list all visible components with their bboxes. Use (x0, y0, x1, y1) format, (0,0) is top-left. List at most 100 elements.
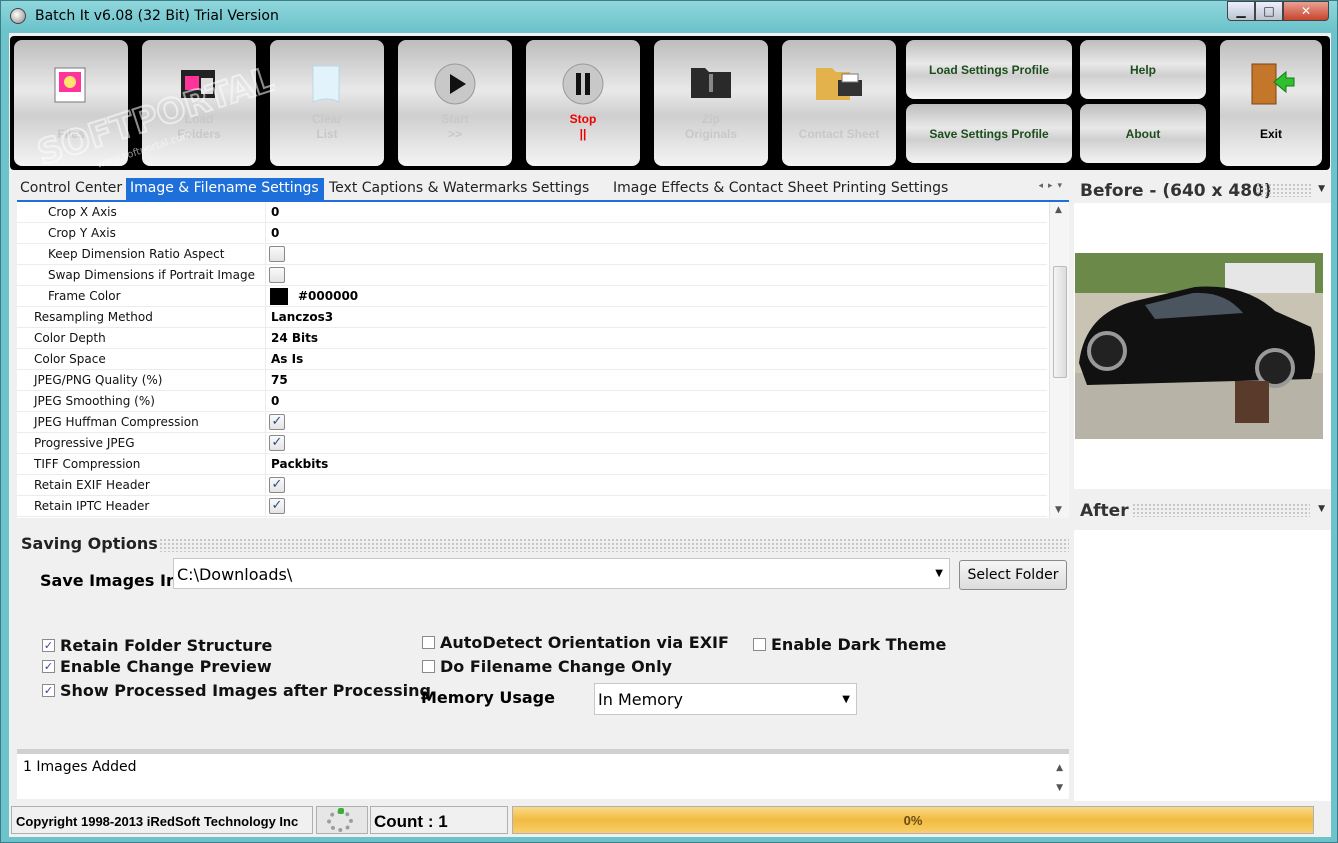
tab-scroll-arrows[interactable]: ◂▸▾ (1038, 181, 1067, 191)
about-button[interactable]: About (1080, 104, 1206, 163)
property-row[interactable]: Progressive JPEG ✓ (17, 433, 1047, 454)
property-row[interactable]: Color Space As Is (17, 349, 1047, 370)
property-row[interactable]: Resampling Method Lanczos3 (17, 307, 1047, 328)
frame-color-swatch[interactable] (270, 288, 288, 305)
property-row[interactable]: TIFF Compression Packbits (17, 454, 1047, 475)
property-row[interactable]: Swap Dimensions if Portrait Image (17, 265, 1047, 286)
huffman-checkbox[interactable]: ✓ (269, 414, 285, 430)
enable-change-preview-option[interactable]: ✓ Enable Change Preview (42, 657, 272, 676)
log-text: 1 Images Added (23, 759, 137, 775)
load-folders-icon (177, 62, 221, 109)
select-folder-button[interactable]: Select Folder (959, 560, 1067, 590)
stop-button[interactable]: Stop || (526, 40, 640, 166)
tab-image-filename-settings[interactable]: Image & Filename Settings (126, 178, 324, 200)
save-settings-profile-button[interactable]: Save Settings Profile (906, 104, 1072, 163)
property-value[interactable]: As Is (271, 352, 303, 366)
close-button[interactable]: ✕ (1283, 1, 1329, 21)
keep-ratio-checkbox[interactable] (269, 246, 285, 262)
memory-usage-select[interactable]: In Memory ▼ (594, 683, 857, 715)
checkbox[interactable]: ✓ (42, 684, 55, 697)
tab-control-center[interactable]: Control Center (16, 178, 126, 200)
checkbox[interactable]: ✓ (42, 639, 55, 652)
preview-panel: Before - (640 x 480) ▼ After ▼ (1074, 173, 1331, 801)
settings-tabs: Control Center Image & Filename Settings… (15, 178, 1067, 200)
chevron-down-icon[interactable]: ▼ (1318, 184, 1325, 194)
retain-iptc-checkbox[interactable]: ✓ (269, 498, 285, 514)
property-row[interactable]: Frame Color #000000 (17, 286, 1047, 307)
title-bar: Batch It v6.08 (32 Bit) Trial Version ▁ … (1, 1, 1337, 33)
property-value[interactable]: 0 (271, 394, 279, 408)
scrollbar-thumb[interactable] (1053, 266, 1067, 378)
checkbox[interactable]: ✓ (42, 660, 55, 673)
before-preview-image (1075, 253, 1323, 439)
progress-text: 0% (903, 813, 923, 828)
zip-originals-button[interactable]: Zip Originals (654, 40, 768, 166)
retain-folder-structure-option[interactable]: ✓ Retain Folder Structure (42, 636, 272, 655)
property-row[interactable]: Retain EXIF Header ✓ (17, 475, 1047, 496)
exit-button[interactable]: Exit (1220, 40, 1322, 166)
files-icon (51, 62, 91, 109)
contact-sheet-button[interactable]: Contact Sheet (782, 40, 896, 166)
app-icon (10, 8, 26, 24)
property-value[interactable]: 0 (271, 205, 279, 219)
start-button[interactable]: Start >> (398, 40, 512, 166)
property-row[interactable]: Crop Y Axis 0 (17, 223, 1047, 244)
property-row[interactable]: Color Depth 24 Bits (17, 328, 1047, 349)
window-title: Batch It v6.08 (32 Bit) Trial Version (35, 8, 279, 24)
show-processed-images-option[interactable]: ✓ Show Processed Images after Processing (42, 681, 431, 700)
clear-list-icon (307, 62, 347, 109)
property-value[interactable]: Packbits (271, 457, 328, 471)
property-value[interactable]: Lanczos3 (271, 310, 333, 324)
property-value[interactable]: 75 (271, 373, 288, 387)
help-button[interactable]: Help (1080, 40, 1206, 99)
tab-text-captions-watermarks[interactable]: Text Captions & Watermarks Settings (325, 178, 593, 200)
saving-options-panel: Saving Options Save Images In C:\Downloa… (17, 526, 1069, 746)
section-divider (1132, 503, 1310, 517)
section-divider (1256, 183, 1311, 197)
swap-dimensions-checkbox[interactable] (269, 267, 285, 283)
memory-usage-label: Memory Usage (421, 688, 555, 707)
checkbox[interactable] (753, 638, 766, 651)
clear-list-button[interactable]: Clear List (270, 40, 384, 166)
tab-image-effects-contact-sheet[interactable]: Image Effects & Contact Sheet Printing S… (609, 178, 952, 200)
autodetect-orientation-option[interactable]: AutoDetect Orientation via EXIF (422, 633, 729, 652)
chevron-down-icon[interactable]: ▼ (1318, 504, 1325, 514)
maximize-button[interactable]: □ (1255, 1, 1283, 21)
property-grid: Crop X Axis 0 Crop Y Axis 0 Keep Dimensi… (17, 200, 1069, 518)
property-value[interactable]: 0 (271, 226, 279, 240)
property-grid-scrollbar[interactable]: ▲ ▼ (1049, 202, 1069, 518)
retain-exif-checkbox[interactable]: ✓ (269, 477, 285, 493)
files-button[interactable]: Files (14, 40, 128, 166)
chevron-down-icon[interactable]: ▼ (842, 694, 850, 705)
progress-bar: 0% (512, 806, 1314, 834)
minimize-button[interactable]: ▁ (1227, 1, 1255, 21)
load-folders-button[interactable]: Load Folders (142, 40, 256, 166)
save-path-combobox[interactable]: C:\Downloads\ ▼ (173, 558, 950, 589)
exit-door-icon (1246, 62, 1296, 109)
window-controls: ▁ □ ✕ (1227, 1, 1329, 21)
log-scrollbar[interactable]: ▲ ▼ (1056, 758, 1063, 798)
progressive-jpeg-checkbox[interactable]: ✓ (269, 435, 285, 451)
property-row[interactable]: JPEG Smoothing (%) 0 (17, 391, 1047, 412)
client-area: Files Load Folders Clear List Start >> S… (9, 33, 1331, 837)
section-divider (159, 538, 1069, 552)
property-row[interactable]: Crop X Axis 0 (17, 202, 1047, 223)
checkbox[interactable] (422, 636, 435, 649)
property-row[interactable]: Keep Dimension Ratio Aspect (17, 244, 1047, 265)
enable-dark-theme-option[interactable]: Enable Dark Theme (753, 635, 946, 654)
filename-change-only-option[interactable]: Do Filename Change Only (422, 657, 672, 676)
busy-indicator (316, 806, 368, 834)
scroll-up-icon[interactable]: ▲ (1055, 205, 1062, 215)
scroll-down-icon[interactable]: ▼ (1055, 505, 1062, 515)
property-value[interactable]: 24 Bits (271, 331, 318, 345)
checkbox[interactable] (422, 660, 435, 673)
before-preview (1074, 203, 1331, 489)
zip-folder-icon (689, 62, 733, 105)
load-settings-profile-button[interactable]: Load Settings Profile (906, 40, 1072, 99)
property-row[interactable]: JPEG Huffman Compression ✓ (17, 412, 1047, 433)
log-box[interactable]: 1 Images Added ▲ ▼ (17, 749, 1069, 799)
toolbar: Files Load Folders Clear List Start >> S… (10, 36, 1330, 170)
property-row[interactable]: Retain IPTC Header ✓ (17, 496, 1047, 517)
property-row[interactable]: JPEG/PNG Quality (%) 75 (17, 370, 1047, 391)
chevron-down-icon[interactable]: ▼ (935, 568, 943, 579)
